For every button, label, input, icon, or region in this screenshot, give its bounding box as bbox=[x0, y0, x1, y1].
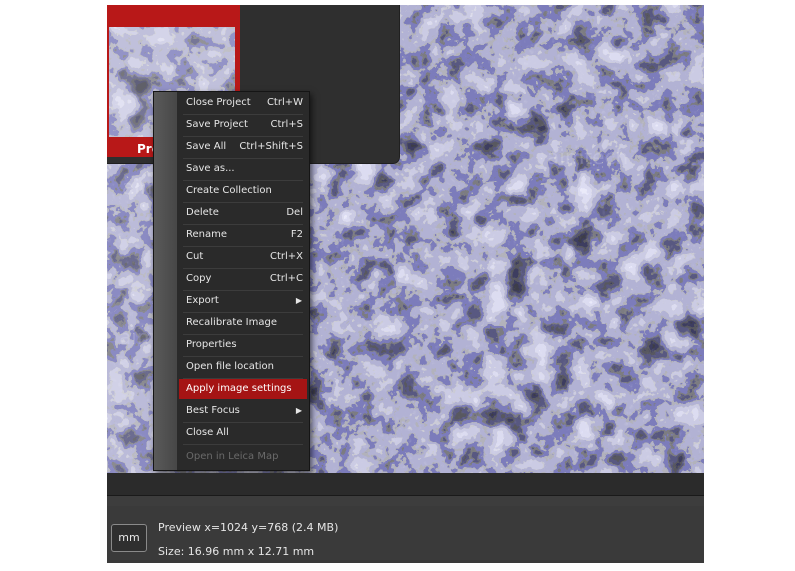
menu-item-label: Copy bbox=[186, 273, 212, 284]
horizontal-scrollbar-area bbox=[107, 473, 704, 506]
menu-item-apply-image-settings[interactable]: Apply image settings bbox=[179, 379, 307, 399]
menu-icon-gutter bbox=[154, 92, 177, 470]
menu-item-shortcut: Del bbox=[286, 207, 303, 218]
menu-item-export[interactable]: Export ▶ bbox=[179, 291, 307, 313]
menu-item-shortcut: Ctrl+Shift+S bbox=[239, 141, 303, 152]
menu-item-label: Close All bbox=[186, 427, 229, 438]
menu-item-label: Save as... bbox=[186, 163, 235, 174]
menu-item-delete[interactable]: Delete Del bbox=[179, 203, 307, 225]
menu-item-shortcut: F2 bbox=[290, 229, 303, 240]
menu-item-label: Create Collection bbox=[186, 185, 272, 196]
image-viewer-window: aimtech aimtech aimtech aimtech aimtech.… bbox=[107, 5, 704, 563]
menu-item-create-collection[interactable]: Create Collection bbox=[179, 181, 307, 203]
menu-item-rename[interactable]: Rename F2 bbox=[179, 225, 307, 247]
submenu-arrow-icon: ▶ bbox=[295, 406, 302, 415]
menu-item-label: Apply image settings bbox=[186, 383, 292, 394]
menu-item-label: Open file location bbox=[186, 361, 274, 372]
unit-toggle-button[interactable]: mm bbox=[111, 524, 147, 552]
menu-item-label: Delete bbox=[186, 207, 219, 218]
menu-item-best-focus[interactable]: Best Focus ▶ bbox=[179, 401, 307, 423]
menu-item-label: Best Focus bbox=[186, 405, 240, 416]
menu-item-label: Save Project bbox=[186, 119, 248, 130]
menu-item-save-as[interactable]: Save as... bbox=[179, 159, 307, 181]
menu-item-copy[interactable]: Copy Ctrl+C bbox=[179, 269, 307, 291]
menu-item-close-project[interactable]: Close Project Ctrl+W bbox=[179, 93, 307, 115]
menu-item-shortcut: Ctrl+W bbox=[266, 97, 303, 108]
image-size-info: Size: 16.96 mm x 12.71 mm bbox=[158, 545, 315, 558]
menu-item-save-project[interactable]: Save Project Ctrl+S bbox=[179, 115, 307, 137]
menu-item-label: Open in Leica Map bbox=[186, 451, 279, 462]
menu-item-label: Close Project bbox=[186, 97, 251, 108]
menu-item-label: Cut bbox=[186, 251, 204, 262]
menu-item-close-all[interactable]: Close All bbox=[179, 423, 307, 445]
menu-item-label: Properties bbox=[186, 339, 237, 350]
menu-item-shortcut: Ctrl+X bbox=[269, 251, 303, 262]
menu-item-cut[interactable]: Cut Ctrl+X bbox=[179, 247, 307, 269]
menu-item-properties[interactable]: Properties bbox=[179, 335, 307, 357]
status-bar: mm Preview x=1024 y=768 (2.4 MB) Size: 1… bbox=[107, 509, 704, 563]
horizontal-scrollbar[interactable] bbox=[107, 495, 704, 506]
menu-item-recalibrate-image[interactable]: Recalibrate Image bbox=[179, 313, 307, 335]
preview-info: Preview x=1024 y=768 (2.4 MB) bbox=[158, 521, 339, 534]
menu-item-open-in-leica-map: Open in Leica Map bbox=[179, 447, 307, 467]
menu-item-shortcut: Ctrl+S bbox=[270, 119, 303, 130]
menu-item-save-all[interactable]: Save All Ctrl+Shift+S bbox=[179, 137, 307, 159]
context-menu: Close Project Ctrl+W Save Project Ctrl+S… bbox=[153, 91, 310, 471]
menu-item-open-file-location[interactable]: Open file location bbox=[179, 357, 307, 379]
menu-item-label: Recalibrate Image bbox=[186, 317, 277, 328]
menu-item-label: Export bbox=[186, 295, 219, 306]
menu-item-label: Rename bbox=[186, 229, 228, 240]
menu-item-label: Save All bbox=[186, 141, 227, 152]
submenu-arrow-icon: ▶ bbox=[295, 296, 302, 305]
menu-item-shortcut: Ctrl+C bbox=[269, 273, 303, 284]
